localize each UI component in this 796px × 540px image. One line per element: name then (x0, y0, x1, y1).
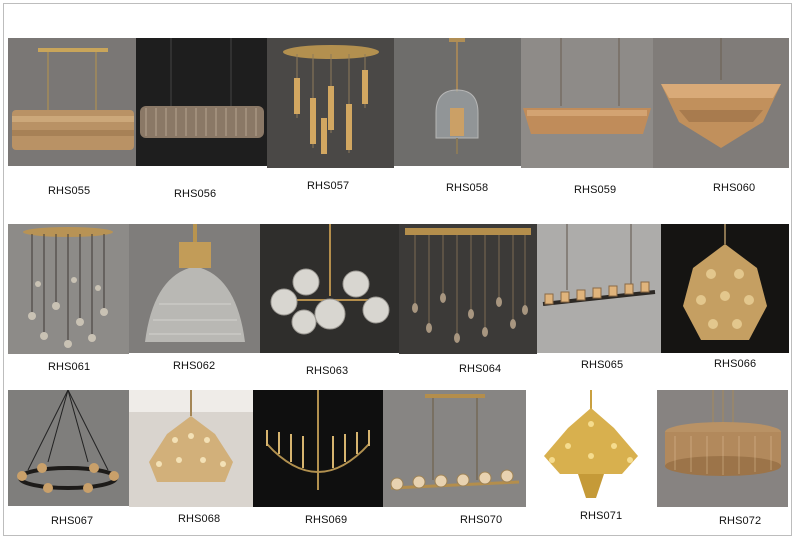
product-code: RHS060 (713, 182, 756, 194)
product-image-rhs056 (136, 38, 267, 166)
product-code: RHS071 (580, 510, 623, 522)
product-code: RHS064 (459, 363, 502, 375)
product-image-rhs066 (661, 224, 789, 353)
product-code: RHS059 (574, 184, 617, 196)
product-code: RHS065 (581, 359, 624, 371)
product-code: RHS072 (719, 515, 762, 527)
product-image-rhs072 (657, 390, 788, 507)
product-image-rhs064 (399, 224, 537, 354)
product-code: RHS055 (48, 185, 91, 197)
product-image-rhs065 (537, 224, 661, 353)
product-image-rhs069 (253, 390, 383, 507)
product-code: RHS057 (307, 180, 350, 192)
product-image-rhs067 (8, 390, 129, 506)
product-code: RHS058 (446, 182, 489, 194)
product-code: RHS066 (714, 358, 757, 370)
product-code: RHS069 (305, 514, 348, 526)
product-image-rhs062 (129, 224, 260, 353)
product-code: RHS068 (178, 513, 221, 525)
product-code: RHS067 (51, 515, 94, 527)
product-image-rhs057 (267, 38, 394, 168)
product-code: RHS063 (306, 365, 349, 377)
product-image-rhs055 (8, 38, 136, 166)
product-code: RHS056 (174, 188, 217, 200)
product-code: RHS062 (173, 360, 216, 372)
product-image-rhs058 (394, 38, 521, 166)
product-image-rhs061 (8, 224, 129, 354)
product-code: RHS061 (48, 361, 91, 373)
product-image-rhs063 (260, 224, 399, 353)
product-image-rhs071 (526, 390, 657, 507)
product-image-rhs068 (129, 390, 253, 507)
product-image-rhs070 (383, 390, 526, 507)
product-code: RHS070 (460, 514, 503, 526)
product-image-rhs060 (653, 38, 789, 168)
product-image-rhs059 (521, 38, 653, 168)
